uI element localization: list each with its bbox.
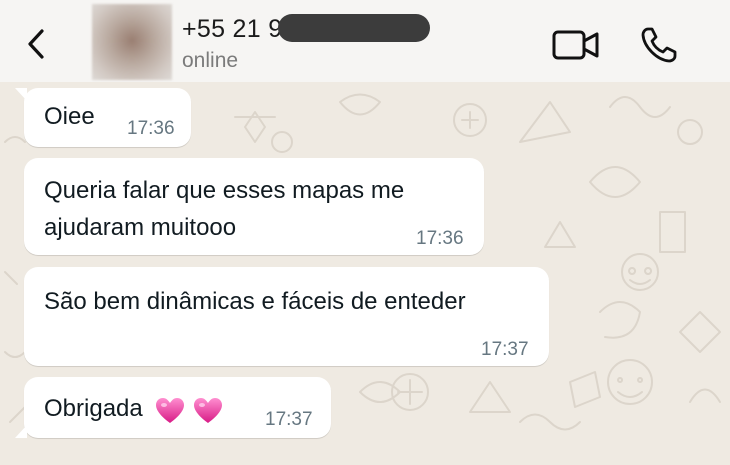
message-time: 17:37: [265, 409, 313, 430]
phone-icon[interactable]: [639, 25, 679, 65]
message-text: Queria falar que esses mapas me ajudaram…: [44, 172, 404, 246]
message-words: Obrigada: [44, 395, 143, 422]
heart-emojis: [155, 391, 231, 428]
message-bubble[interactable]: Oiee 17:36: [15, 88, 191, 147]
message-line: ajudaram muitooo: [44, 214, 237, 241]
message-text: Oiee: [44, 103, 95, 130]
chat-header: +55 21 9 online: [0, 0, 730, 82]
back-chevron-icon[interactable]: [22, 26, 52, 62]
message-line: Queria falar que esses mapas me: [44, 177, 405, 204]
message-bubble[interactable]: São bem dinâmicas e fáceis de enteder 17…: [24, 267, 549, 366]
message-bubble[interactable]: Obrigada 17:37: [15, 377, 331, 438]
pink-heart-icon: [194, 397, 223, 423]
contact-status: online: [182, 49, 239, 72]
message-time: 17:37: [481, 339, 529, 360]
message-time: 17:36: [416, 228, 464, 249]
contact-avatar[interactable]: [92, 4, 172, 80]
message-bubble[interactable]: Queria falar que esses mapas me ajudaram…: [24, 158, 484, 255]
pink-heart-icon: [156, 397, 185, 423]
video-camera-icon[interactable]: [552, 29, 600, 61]
bubble-tail: [15, 88, 27, 101]
contact-name[interactable]: +55 21 9: [182, 15, 282, 44]
redaction-mark: [278, 14, 430, 42]
message-text: São bem dinâmicas e fáceis de enteder: [44, 288, 466, 315]
bubble-tail: [15, 425, 27, 438]
message-time: 17:36: [127, 118, 175, 139]
message-text: Obrigada: [44, 390, 231, 428]
